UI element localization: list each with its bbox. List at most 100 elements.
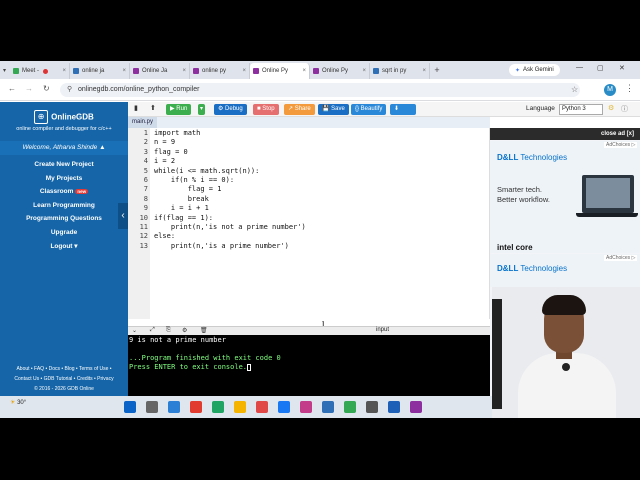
info-icon[interactable]: ⓘ [621,104,628,114]
code-line[interactable]: 4 i = 2 [128,157,490,166]
browser-tab[interactable]: online ja × [70,63,130,79]
taskbar-app-icon[interactable] [124,401,136,413]
beautify-button[interactable]: {} Beautify [351,104,387,115]
clear-console-icon[interactable]: 🗑 [200,327,208,334]
sidebar-item-logout[interactable]: Logout ▾ [0,240,128,254]
taskbar-app-icon[interactable] [168,401,180,413]
code-line[interactable]: 1 import math [128,129,490,138]
console-settings-icon[interactable]: ⚙ [182,327,187,334]
taskbar-app-icon[interactable] [344,401,356,413]
close-icon[interactable]: × [122,68,126,74]
close-icon[interactable]: × [62,68,66,74]
browser-menu-icon[interactable]: ⋮ [625,83,634,94]
save-button[interactable]: 💾 Save [318,104,349,115]
code-line[interactable]: 7 flag = 1 [128,185,490,194]
copy-output-icon[interactable]: ⎘ [166,327,171,334]
run-options-icon[interactable]: ▾ [198,104,206,115]
browser-tab-active[interactable]: Online Py × [250,63,310,79]
site-info-icon[interactable]: ⚲ [67,83,72,97]
back-icon[interactable]: ← [8,84,16,93]
sidebar-item-my-projects[interactable]: My Projects [0,172,128,186]
share-button[interactable]: ↗ Share [284,104,315,115]
sidebar-item-learn-programming[interactable]: Learn Programming [0,199,128,213]
logo[interactable]: ⊕ OnlineGDB [0,108,128,126]
code-line[interactable]: 6 if(n % i == 0): [128,176,490,185]
footer-links-2[interactable]: Contact Us • GDB Tutorial • Credits • Pr… [0,374,128,384]
taskbar-app-icon[interactable] [366,401,378,413]
ad-headline-2: Better workflow. [497,195,550,204]
forward-icon[interactable]: → [25,84,33,93]
download-button[interactable]: ⬇ [390,104,416,115]
run-button[interactable]: ▶ Run [166,104,192,115]
bookmark-star-icon[interactable]: ☆ [571,85,578,94]
code-line[interactable]: 2 n = 9 [128,138,490,147]
dell-ad[interactable]: AdChoices ▷ D&LL Technologies Smarter te… [490,141,640,253]
close-icon[interactable]: × [182,68,186,74]
profile-avatar[interactable]: M [604,84,616,96]
welcome-user[interactable]: Welcome, Atharva Shinde ▲ [0,141,128,155]
taskbar-app-icon[interactable] [322,401,334,413]
browser-tab[interactable]: Online Py × [310,63,370,79]
maximize-icon[interactable]: ▢ [597,64,604,72]
language-select[interactable]: Python 3 [559,104,603,115]
code-line[interactable]: 13 print(n,'is a prime number') [128,242,490,251]
taskbar-app-icon[interactable] [190,401,202,413]
stop-button[interactable]: ■ Stop [253,104,279,115]
browser-tab[interactable]: Online Ja × [130,63,190,79]
file-tab-main[interactable]: main.py [128,117,158,128]
collapse-console-icon[interactable]: ⌄ [132,327,137,334]
close-icon[interactable]: × [362,68,366,74]
onlinegdb-icon [313,68,319,74]
code-line[interactable]: 9 i = i + 1 [128,204,490,213]
adchoices-label[interactable]: AdChoices ▷ [604,255,638,261]
browser-tab[interactable]: online py × [190,63,250,79]
code-line[interactable]: 5 while(i <= math.sqrt(n)): [128,167,490,176]
new-tab-button[interactable]: + [430,65,444,75]
code-line[interactable]: 8 break [128,195,490,204]
taskbar-app-icon[interactable] [410,401,422,413]
code-line[interactable]: 12 else: [128,232,490,241]
taskbar-app-icon[interactable] [388,401,400,413]
sidebar-collapse-icon[interactable]: ‹ [118,203,128,229]
close-icon[interactable]: × [302,68,306,74]
url-input[interactable]: ⚲ onlinegdb.com/online_python_compiler [60,83,580,97]
weather-widget[interactable]: ☀ 30° [10,399,26,406]
sidebar-item-create-new-project[interactable]: Create New Project [0,158,128,172]
code-text: import math [154,129,201,137]
upload-icon[interactable]: ⬆ [150,104,156,112]
dell-ad-2[interactable]: AdChoices ▷ D&LL Technologies [490,254,640,287]
google-icon [73,68,79,74]
taskbar-app-icon[interactable] [300,401,312,413]
code-line[interactable]: 3 flag = 0 [128,148,490,157]
code-line[interactable]: 11 print(n,'is not a prime number') [128,223,490,232]
ask-gemini-button[interactable]: ✦ Ask Gemini [509,64,560,76]
tab-search-icon[interactable]: ▾ [0,67,10,74]
browser-tab[interactable]: sqrt in py × [370,63,430,79]
close-window-icon[interactable]: ✕ [619,64,625,72]
taskbar-app-icon[interactable] [256,401,268,413]
expand-console-icon[interactable]: ⤢ [150,327,155,334]
footer-links-1[interactable]: About • FAQ • Docs • Blog • Terms of Use… [0,364,128,374]
close-icon[interactable]: × [242,68,246,74]
taskbar-app-icon[interactable] [146,401,158,413]
tab-label: sqrt in py [382,68,407,74]
reload-icon[interactable]: ↻ [43,84,50,93]
sidebar-item-programming-questions[interactable]: Programming Questions [0,212,128,226]
taskbar-app-icon[interactable] [278,401,290,413]
taskbar-app-icon[interactable] [212,401,224,413]
recording-icon [43,68,49,74]
new-file-icon[interactable]: ▮ [134,104,138,112]
sidebar-item-upgrade[interactable]: Upgrade [0,226,128,240]
close-icon[interactable]: × [422,68,426,74]
sidebar-item-classroom[interactable]: Classroom new [0,185,128,199]
settings-gear-icon[interactable]: ⚙ [608,104,614,112]
minimize-icon[interactable]: — [576,64,583,71]
debug-button[interactable]: ⚙ Debug [214,104,247,115]
browser-tab[interactable]: Meet - × [10,63,70,79]
adchoices-label[interactable]: AdChoices ▷ [604,142,638,148]
code-editor[interactable]: 1 import math 2 n = 9 3 flag = 0 4 i = 2 5 while(… [128,128,490,319]
code-line[interactable]: 10 if(flag == 1): [128,214,490,223]
close-ad-button[interactable]: close ad [x] [490,128,640,140]
taskbar-app-icon[interactable] [234,401,246,413]
input-tab-label[interactable]: input [376,327,389,333]
